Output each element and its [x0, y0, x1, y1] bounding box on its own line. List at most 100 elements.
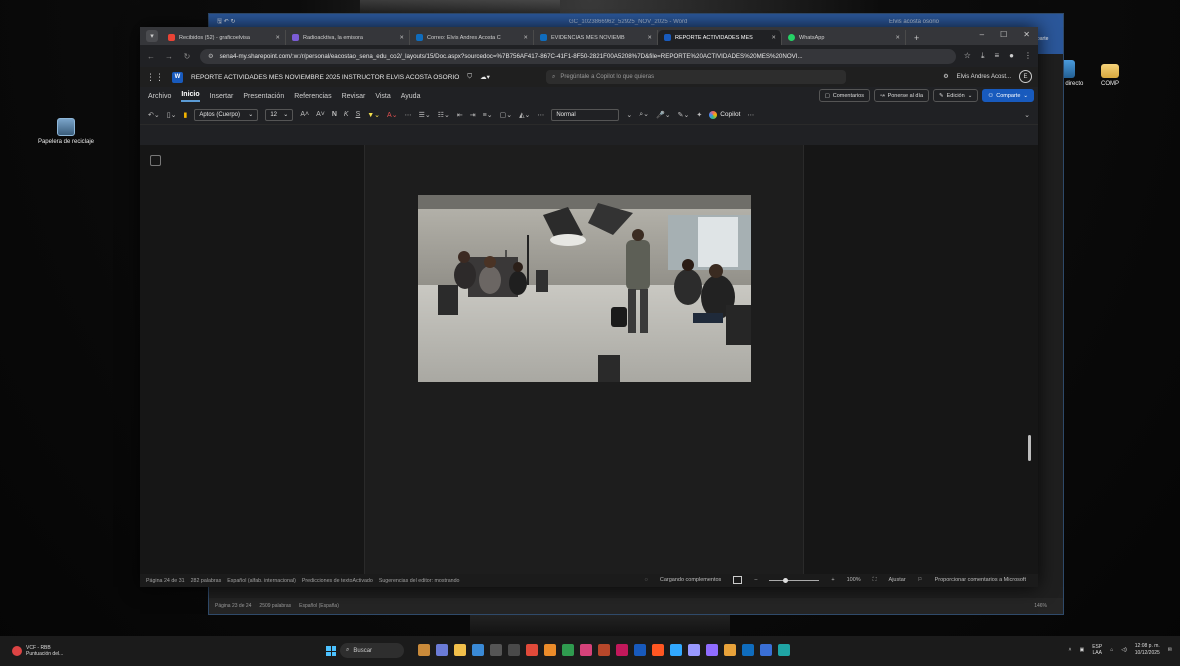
- format-painter-icon[interactable]: ▮: [183, 111, 187, 119]
- tab-outlook[interactable]: Correo: Elvis Andres Acosta C ✕: [410, 30, 534, 45]
- tab-insertar[interactable]: Insertar: [210, 93, 234, 100]
- taskbar-search[interactable]: ⌕ Buscar: [340, 643, 404, 658]
- zoom-out-icon[interactable]: –: [754, 577, 757, 583]
- new-tab-button[interactable]: +: [914, 33, 919, 43]
- tab-reporte[interactable]: REPORTE ACTIVIDADES MES ✕: [658, 30, 782, 45]
- zoom-level[interactable]: 100%: [847, 577, 861, 583]
- find-icon[interactable]: ⌕⌄: [639, 110, 649, 119]
- photoshop-icon[interactable]: [670, 644, 682, 656]
- document-canvas[interactable]: [140, 145, 1038, 575]
- download-icon[interactable]: ⤓: [981, 51, 985, 61]
- language-indicator[interactable]: ESP LAA: [1092, 644, 1102, 656]
- status-words[interactable]: 282 palabras: [191, 578, 222, 584]
- fit-button[interactable]: Ajustar: [889, 577, 906, 583]
- bold-icon[interactable]: N: [332, 111, 337, 118]
- tray-app-icon[interactable]: ▣: [1079, 647, 1084, 653]
- dictate-icon[interactable]: 🎤⌄: [656, 111, 671, 119]
- document-title[interactable]: REPORTE ACTIVIDADES MES NOVIEMBRE 2025 I…: [191, 74, 459, 81]
- volume-icon[interactable]: ◁): [1121, 647, 1127, 653]
- page-view-icon[interactable]: [733, 576, 743, 584]
- bullets-icon[interactable]: ☰⌄: [419, 111, 431, 119]
- close-icon[interactable]: ✕: [523, 35, 528, 41]
- minimize-button[interactable]: –: [980, 30, 984, 39]
- tab-presentacion[interactable]: Presentación: [243, 93, 284, 100]
- vlc-icon[interactable]: [724, 644, 736, 656]
- font-family-select[interactable]: Aptos (Cuerpo) ⌄: [194, 108, 259, 121]
- access-icon[interactable]: [616, 644, 628, 656]
- grow-font-icon[interactable]: A˄: [300, 111, 309, 118]
- copilot-search-input[interactable]: ⌕ Pregúntale a Copilot lo que quieras: [546, 70, 846, 84]
- app-icon[interactable]: [760, 644, 772, 656]
- after-effects-icon[interactable]: [706, 644, 718, 656]
- store-icon[interactable]: [508, 644, 520, 656]
- tab-revisar[interactable]: Revisar: [342, 93, 366, 100]
- profile-icon[interactable]: ●: [1009, 51, 1014, 61]
- editor-icon[interactable]: ✎⌄: [678, 111, 690, 119]
- status-language[interactable]: Español (alfab. internacional): [227, 578, 296, 584]
- powerpoint-icon[interactable]: [598, 644, 610, 656]
- teams-icon[interactable]: [436, 644, 448, 656]
- shading-icon[interactable]: ◭⌄: [519, 111, 530, 119]
- collapse-ribbon-icon[interactable]: ⌄: [1024, 111, 1030, 119]
- zoom-slider-knob[interactable]: [783, 577, 789, 583]
- zoom-in-icon[interactable]: +: [831, 577, 834, 583]
- style-select[interactable]: Normal: [551, 108, 620, 121]
- tab-archivo[interactable]: Archivo: [148, 93, 171, 100]
- numbering-icon[interactable]: ☷⌄: [438, 111, 450, 119]
- file-explorer-icon[interactable]: [454, 644, 466, 656]
- edge-icon[interactable]: [472, 644, 484, 656]
- avatar[interactable]: E: [1019, 70, 1032, 83]
- cloud-sync-icon[interactable]: ☁▾: [480, 73, 490, 81]
- tab-search-button[interactable]: ▾: [146, 30, 158, 42]
- network-icon[interactable]: ⌂: [1110, 647, 1113, 653]
- site-info-icon[interactable]: ⚙: [208, 53, 214, 60]
- menu-kebab-icon[interactable]: ⋮: [1024, 51, 1032, 61]
- save-icon[interactable]: 🖫 ↶ ↻: [217, 17, 236, 27]
- vertical-scrollbar[interactable]: [1028, 435, 1031, 461]
- notifications-icon[interactable]: ✉: [1168, 647, 1172, 653]
- designer-icon[interactable]: ✦: [696, 111, 702, 119]
- style-chevron-icon[interactable]: ⌄: [626, 111, 632, 119]
- close-icon[interactable]: ✕: [275, 35, 280, 41]
- borders-icon[interactable]: ▢⌄: [500, 111, 512, 119]
- firefox-icon[interactable]: [544, 644, 556, 656]
- start-button[interactable]: [326, 646, 336, 656]
- weather-widget[interactable]: VCF - RBB Puntuación del...: [12, 645, 63, 657]
- user-name[interactable]: Elvis Andres Acost...: [957, 74, 1011, 80]
- clock[interactable]: 12:08 p. m. 10/12/2025: [1135, 643, 1160, 657]
- settings-gear-icon[interactable]: ⚙: [943, 73, 948, 80]
- tab-whatsapp[interactable]: WhatsApp ✕: [782, 30, 906, 45]
- close-icon[interactable]: ✕: [771, 35, 776, 41]
- status-page[interactable]: Página 24 de 31: [146, 578, 185, 584]
- copilot-button[interactable]: Copilot: [709, 110, 740, 119]
- decrease-indent-icon[interactable]: ⇤: [457, 111, 463, 119]
- forward-icon[interactable]: →: [164, 52, 174, 61]
- close-window-button[interactable]: ✕: [1023, 30, 1030, 39]
- chevron-up-icon[interactable]: ˄: [1069, 647, 1072, 653]
- font-size-select[interactable]: 12 ⌄: [265, 108, 294, 121]
- tab-gmail[interactable]: Recibidos (52) - graficoelvisa ✕: [162, 30, 286, 45]
- back-icon[interactable]: ←: [146, 52, 156, 61]
- tab-referencias[interactable]: Referencias: [294, 93, 331, 100]
- more-format-icon[interactable]: ⋯: [405, 111, 412, 119]
- url-input[interactable]: ⚙ sena4-my.sharepoint.com/:w:/r/personal…: [200, 48, 956, 64]
- increase-indent-icon[interactable]: ⇥: [470, 111, 476, 119]
- premiere-icon[interactable]: [688, 644, 700, 656]
- shrink-font-icon[interactable]: A˅: [316, 111, 325, 118]
- tab-vista[interactable]: Vista: [375, 93, 390, 100]
- desktop-icon-comp[interactable]: COMP: [1080, 60, 1140, 87]
- tab-evidencias[interactable]: EVIDENCIAS MES NOVIEMB ✕: [534, 30, 658, 45]
- settings-icon[interactable]: [490, 644, 502, 656]
- app-launcher-icon[interactable]: ⋮⋮: [146, 72, 164, 83]
- zoom-slider[interactable]: [769, 577, 820, 583]
- catch-up-button[interactable]: ↝ Ponerse al día: [873, 89, 930, 102]
- close-icon[interactable]: ✕: [895, 35, 900, 41]
- share-button[interactable]: ⚇ Comparte ⌄: [982, 89, 1034, 102]
- status-suggestions[interactable]: Sugerencias del editor: mostrando: [379, 578, 460, 584]
- navigation-pane-icon[interactable]: [150, 155, 161, 166]
- clipboard-icon[interactable]: ▯⌄: [167, 111, 177, 119]
- maximize-button[interactable]: ☐: [1000, 30, 1007, 39]
- more-paragraph-icon[interactable]: ⋯: [537, 111, 544, 119]
- highlight-icon[interactable]: ▼⌄: [367, 111, 380, 119]
- shield-icon[interactable]: ⛉: [467, 73, 472, 81]
